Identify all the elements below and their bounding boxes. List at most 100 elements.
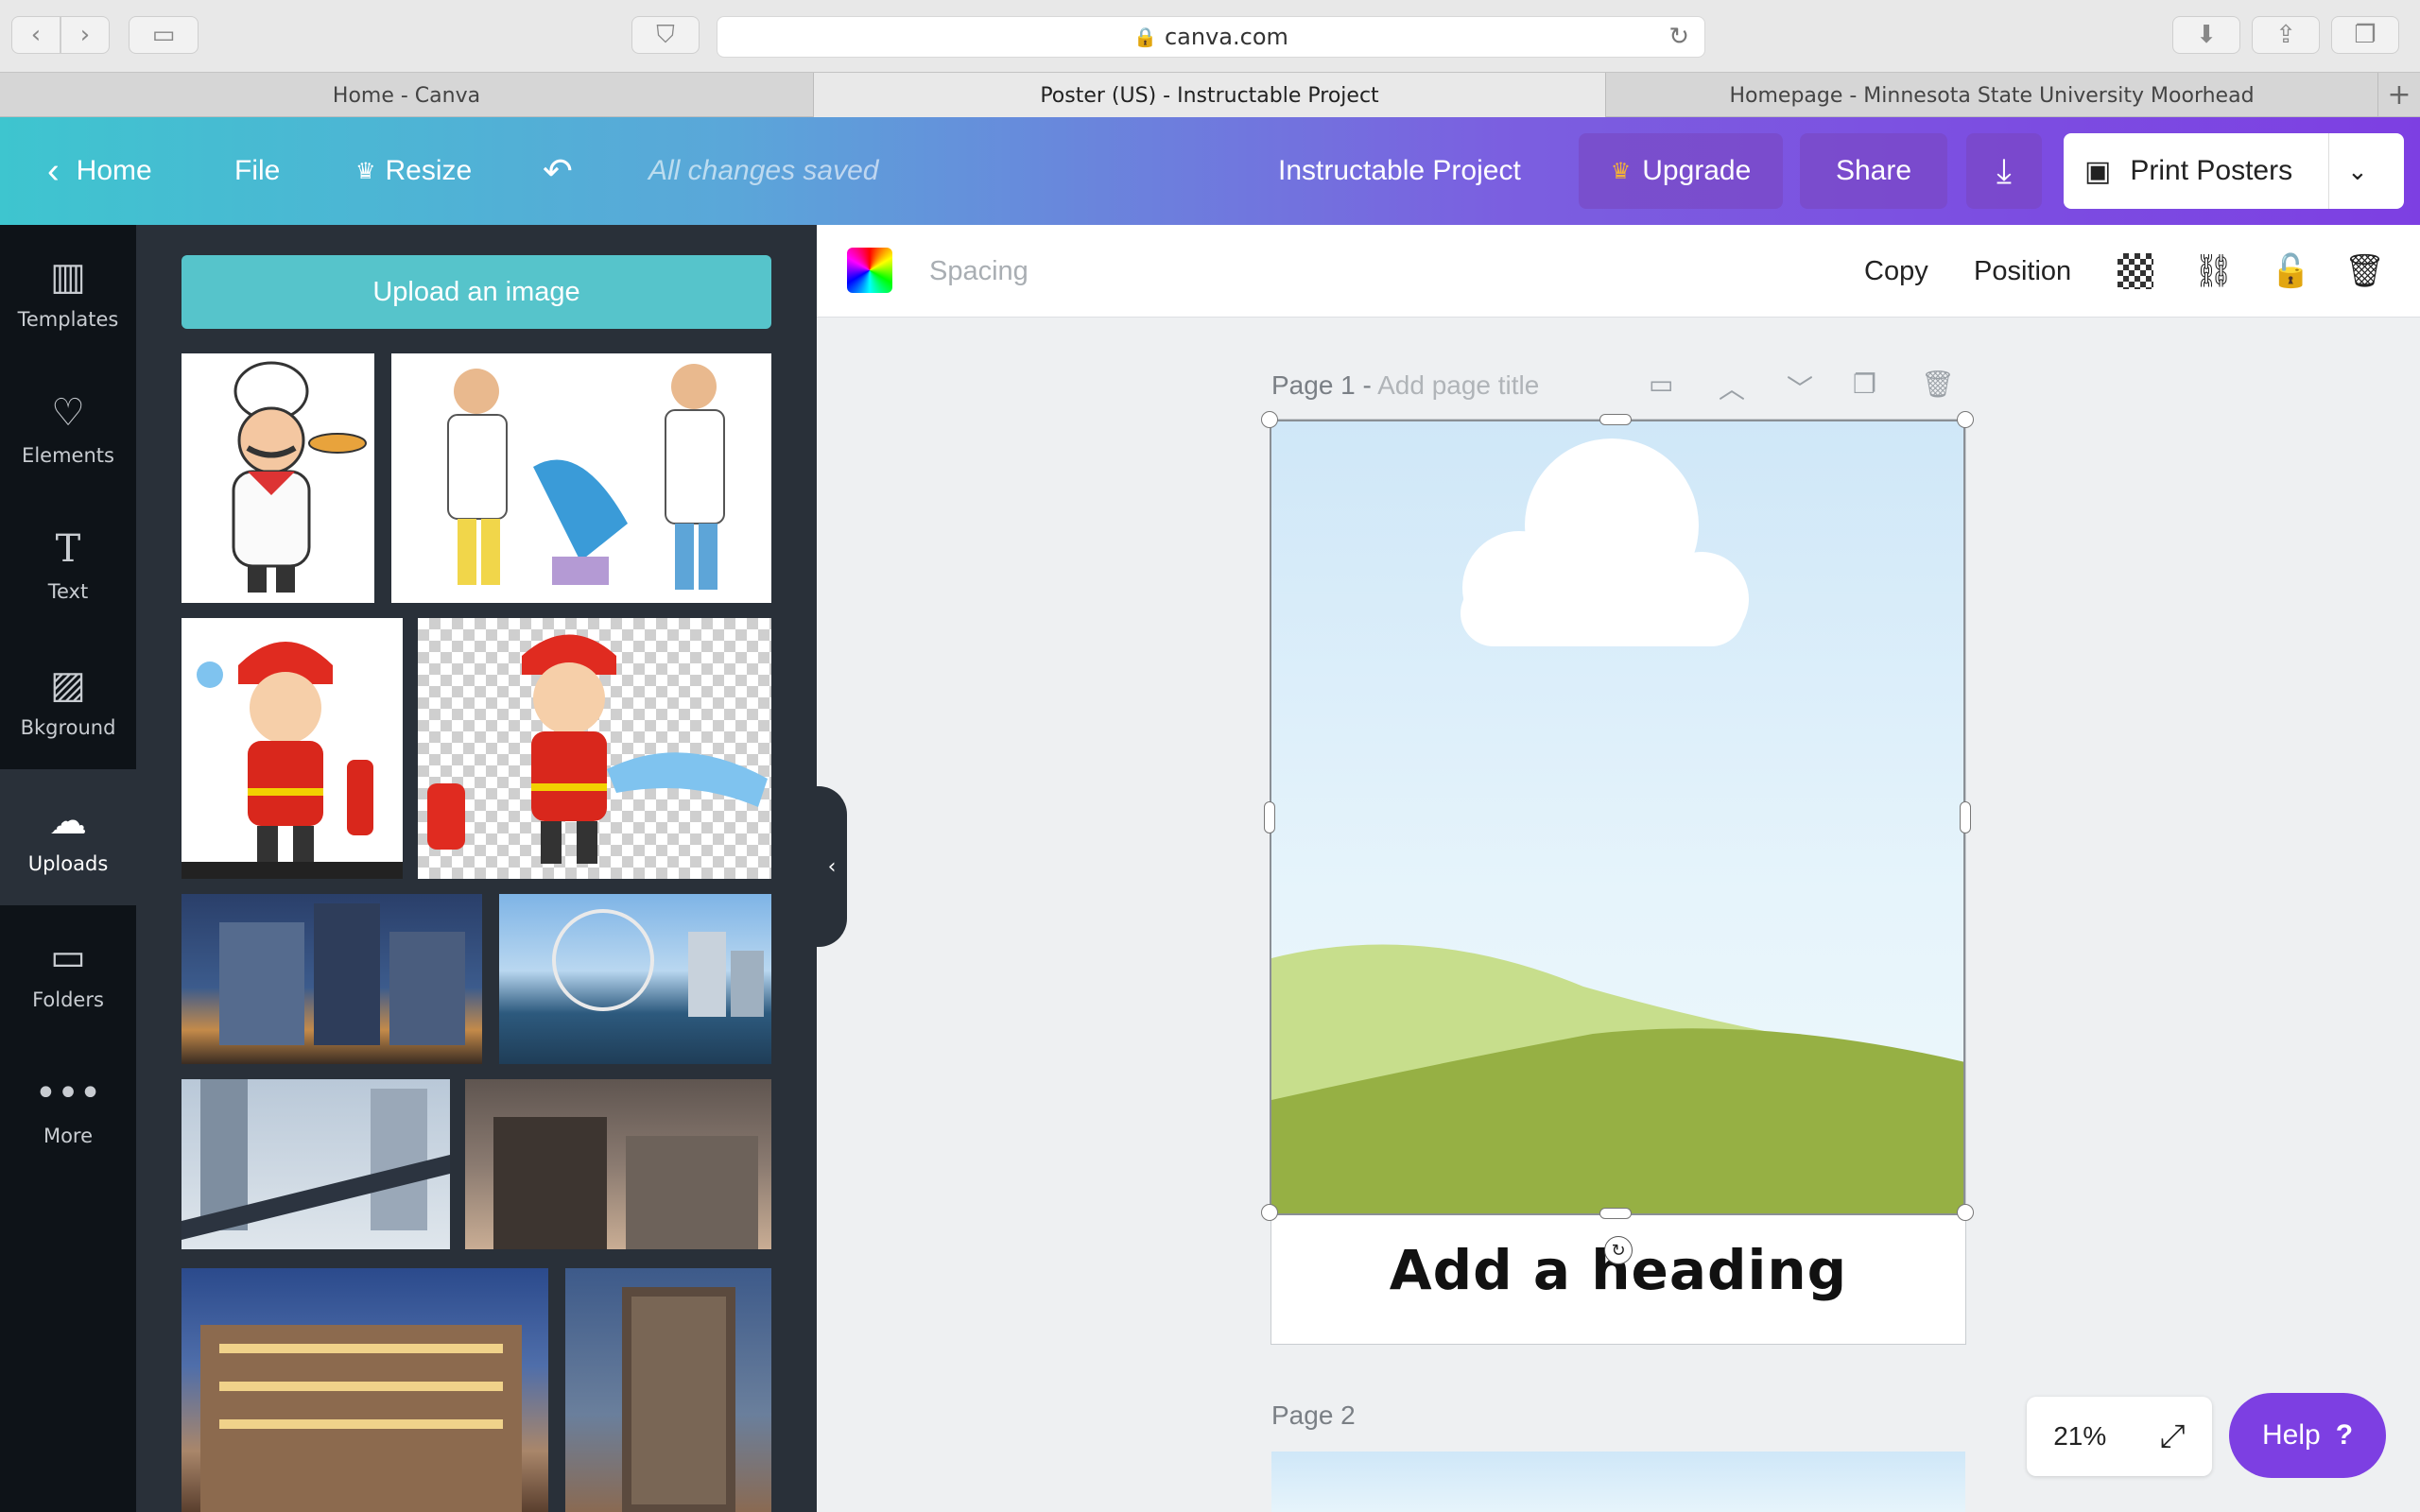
reload-icon[interactable]: ↻ xyxy=(1668,23,1689,51)
uploaded-image-chef[interactable] xyxy=(182,353,374,603)
chevron-right-icon: › xyxy=(79,21,91,49)
lock-button[interactable]: 🔓 xyxy=(2271,225,2310,318)
resize-handle-top[interactable] xyxy=(1599,414,1632,425)
uploaded-image-dentists[interactable] xyxy=(391,353,771,603)
element-toolbar: Spacing Copy Position ⛓ 🔓 🗑 xyxy=(817,225,2420,318)
home-link[interactable]: ‹ Home xyxy=(47,117,152,225)
undo-button[interactable]: ↶ xyxy=(543,117,573,225)
rail-item-folders[interactable]: ▭ Folders xyxy=(0,905,136,1041)
uploaded-image-monorail[interactable] xyxy=(182,1079,450,1249)
file-menu[interactable]: File xyxy=(234,117,280,225)
fullscreen-icon[interactable]: ⤢ xyxy=(2160,1418,2186,1455)
templates-icon: ▥ xyxy=(50,255,86,299)
rail-item-elements[interactable]: ♡ Elements xyxy=(0,361,136,497)
home-label: Home xyxy=(76,155,152,186)
position-button[interactable]: Position xyxy=(1974,225,2071,318)
sidebar-toggle-button[interactable]: ▭ xyxy=(129,16,199,54)
upload-cloud-icon: ☁ xyxy=(49,799,87,843)
resize-handle-top-left[interactable] xyxy=(1261,411,1278,428)
more-dots-icon: ••• xyxy=(34,1072,102,1115)
uploaded-image-firefighter[interactable] xyxy=(182,618,403,879)
editor-header: ‹ Home File ♛ Resize ↶ All changes saved… xyxy=(0,117,2420,225)
upload-image-button[interactable]: Upload an image xyxy=(182,255,771,329)
back-button[interactable]: ‹ xyxy=(11,16,60,54)
print-posters-button[interactable]: ▣ Print Posters ⌄ xyxy=(2064,133,2404,209)
pocket-button[interactable]: ⛉ xyxy=(631,16,700,54)
copy-button[interactable]: Copy xyxy=(1864,225,1928,318)
address-bar[interactable]: 🔒 canva.com ↻ xyxy=(717,16,1705,58)
shield-icon: ⛉ xyxy=(656,20,675,49)
download-icon: ⬇ xyxy=(2196,21,2217,49)
rail-item-uploads[interactable]: ☁ Uploads xyxy=(0,769,136,905)
side-rail: ▥ Templates ♡ Elements T Text ▨ Bkground… xyxy=(0,225,136,1512)
rail-label: Uploads xyxy=(27,852,109,875)
project-title[interactable]: Instructable Project xyxy=(1278,117,1521,225)
uploaded-image-city-street[interactable] xyxy=(182,894,482,1064)
resize-button[interactable]: ♛ Resize xyxy=(355,117,472,225)
tab-poster-project[interactable]: Poster (US) - Instructable Project xyxy=(814,73,1606,118)
rail-item-more[interactable]: ••• More xyxy=(0,1041,136,1177)
rail-item-templates[interactable]: ▥ Templates xyxy=(0,225,136,361)
share-sheet-button[interactable]: ⇪ xyxy=(2252,16,2320,54)
help-button[interactable]: Help ? xyxy=(2229,1393,2386,1478)
rail-label: Bkground xyxy=(20,716,116,739)
resize-handle-top-right[interactable] xyxy=(1957,411,1974,428)
rail-item-background[interactable]: ▨ Bkground xyxy=(0,633,136,769)
rail-label: More xyxy=(43,1125,94,1147)
chevron-down-icon[interactable]: ⌄ xyxy=(2347,157,2368,186)
resize-handle-left[interactable] xyxy=(1264,801,1275,833)
rail-label: Elements xyxy=(22,444,114,467)
uploaded-image-hotel-entrance[interactable] xyxy=(465,1079,771,1249)
new-tab-button[interactable]: + xyxy=(2378,73,2420,116)
chevron-left-icon: ‹ xyxy=(827,854,837,879)
resize-handle-bottom-right[interactable] xyxy=(1957,1204,1974,1221)
rail-item-text[interactable]: T Text xyxy=(0,497,136,633)
project-title-text: Instructable Project xyxy=(1278,155,1521,186)
spacing-button[interactable]: Spacing xyxy=(929,225,1028,318)
chevron-down-icon[interactable]: ﹀ xyxy=(1787,369,1813,406)
tab-msum-homepage[interactable]: Homepage - Minnesota State University Mo… xyxy=(1606,73,2378,118)
zoom-level[interactable]: 21% xyxy=(2053,1421,2106,1452)
transparency-button[interactable] xyxy=(2118,225,2153,318)
zoom-control[interactable]: 21% ⤢ xyxy=(2027,1397,2212,1476)
uploaded-image-firefighter-transparent[interactable] xyxy=(418,618,771,879)
background-image-landscape[interactable] xyxy=(1271,420,1965,1213)
page-2-canvas[interactable] xyxy=(1271,1452,1965,1512)
lock-icon: 🔒 xyxy=(1133,26,1157,48)
forward-button[interactable]: › xyxy=(60,16,110,54)
resize-label: Resize xyxy=(385,155,473,186)
spacing-label: Spacing xyxy=(929,255,1028,286)
page-2-label: Page 2 xyxy=(1271,1400,1356,1430)
collapse-panel-button[interactable]: ‹ xyxy=(817,786,847,947)
uploaded-image-hotel-building[interactable] xyxy=(182,1268,548,1512)
undo-icon: ↶ xyxy=(543,151,573,192)
help-label: Help xyxy=(2261,1419,2321,1451)
download-button[interactable]: ⤓ xyxy=(1966,133,2042,209)
chevron-up-icon[interactable]: ︿ xyxy=(1719,369,1745,406)
share-button[interactable]: Share xyxy=(1800,133,1947,209)
resize-handle-bottom[interactable] xyxy=(1599,1208,1632,1219)
uploaded-image-ferris-wheel[interactable] xyxy=(499,894,771,1064)
page-title-input[interactable]: Add page title xyxy=(1377,370,1539,400)
download-icon: ⤓ xyxy=(1996,150,2012,190)
link-button[interactable]: ⛓ xyxy=(2193,225,2234,318)
tab-overview-button[interactable]: ❐ xyxy=(2331,16,2399,54)
page-1-canvas[interactable]: Add a heading ↻ xyxy=(1271,420,1965,1344)
upgrade-button[interactable]: ♛ Upgrade xyxy=(1579,133,1783,209)
uploaded-image-tower[interactable] xyxy=(565,1268,771,1512)
duplicate-page-icon[interactable]: ❐ xyxy=(1853,369,1876,400)
page-1-label: Page 1 - Add page title xyxy=(1271,370,1539,401)
tab-home-canva[interactable]: Home - Canva xyxy=(0,73,814,118)
color-picker-button[interactable] xyxy=(847,248,892,293)
delete-button[interactable]: 🗑 xyxy=(2344,225,2385,318)
downloads-button[interactable]: ⬇ xyxy=(2172,16,2240,54)
comment-icon[interactable]: ▭ xyxy=(1649,369,1673,400)
delete-page-icon[interactable]: 🗑 xyxy=(1921,369,1955,400)
resize-handle-bottom-left[interactable] xyxy=(1261,1204,1278,1221)
upload-label: Upload an image xyxy=(372,276,580,307)
tab-bar: Home - Canva Poster (US) - Instructable … xyxy=(0,72,2420,118)
trash-icon: 🗑 xyxy=(2344,253,2386,289)
tab-label: Poster (US) - Instructable Project xyxy=(1040,83,1379,108)
resize-handle-right[interactable] xyxy=(1960,801,1971,833)
rotate-handle[interactable]: ↻ xyxy=(1604,1236,1633,1264)
